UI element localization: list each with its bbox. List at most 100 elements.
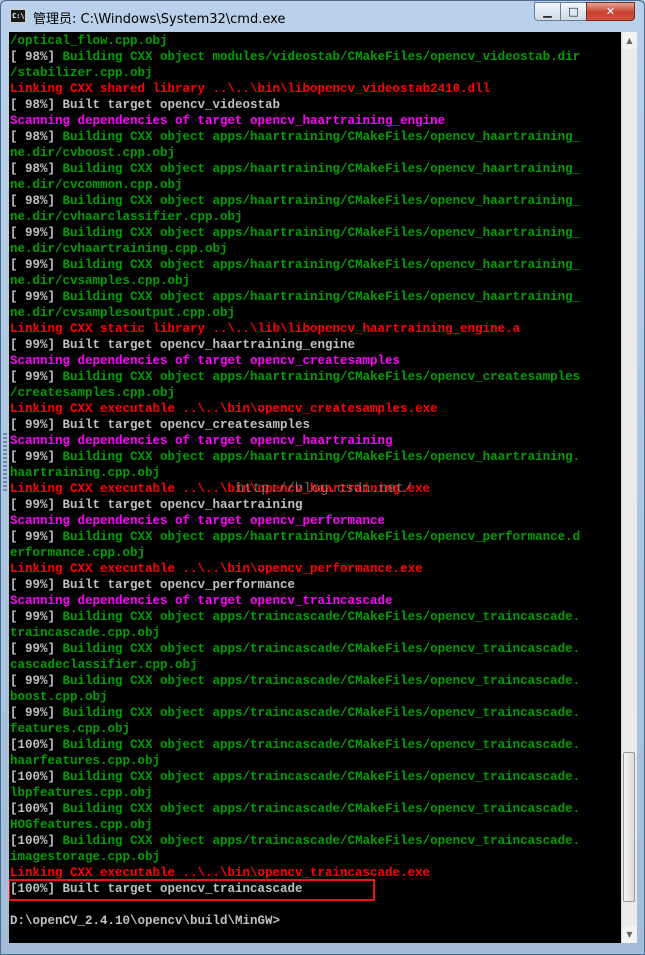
console-line: Scanning dependencies of target opencv_c… — [10, 354, 401, 368]
line-progress: [ 98%] — [10, 162, 63, 176]
maximize-button[interactable]: □ — [560, 2, 587, 21]
console-line: Linking CXX shared library ..\..\bin\lib… — [10, 82, 491, 96]
console-line: ne.dir/cvcommon.cpp.obj — [10, 178, 183, 192]
line-progress: [ 99%] — [10, 642, 63, 656]
line-progress: [ 99%] — [10, 530, 63, 544]
console-line: [ 99%] Building CXX object apps/traincas… — [10, 641, 580, 657]
console-line: ne.dir/cvboost.cpp.obj — [10, 146, 176, 160]
console-line: Scanning dependencies of target opencv_h… — [10, 434, 393, 448]
line-progress: [ 99%] — [10, 258, 63, 272]
console-line: [100%] Building CXX object apps/traincas… — [10, 769, 580, 785]
title-bar[interactable]: C:\ 管理员: C:\Windows\System32\cmd.exe ▁ □… — [1, 1, 644, 32]
console-line: ne.dir/cvhaartraining.cpp.obj — [10, 242, 228, 256]
console-line: [ 99%] Building CXX object apps/haartrai… — [10, 369, 580, 385]
highlight-box — [9, 879, 375, 901]
console-line: [ 98%] Built target opencv_videostab — [10, 98, 281, 112]
line-text: Building CXX object apps/traincascade/CM… — [62, 770, 581, 784]
console-line: Linking CXX static library ..\..\lib\lib… — [10, 322, 521, 336]
line-text: Building CXX object apps/traincascade/CM… — [62, 706, 581, 720]
scroll-down-arrow-icon[interactable]: ▼ — [622, 926, 637, 943]
console-line: [ 98%] Building CXX object apps/haartrai… — [10, 161, 580, 177]
line-progress: [ 99%] — [10, 226, 63, 240]
console-output[interactable]: /optical_flow.cpp.obj[ 98%] Building CXX… — [9, 32, 621, 943]
line-progress: [100%] — [10, 802, 63, 816]
console-line: boost.cpp.obj — [10, 690, 108, 704]
line-progress: [ 98%] — [10, 194, 63, 208]
minimize-button[interactable]: ▁ — [534, 2, 561, 21]
console-line: [ 99%] Building CXX object apps/haartrai… — [10, 257, 580, 273]
console-line: /optical_flow.cpp.obj — [10, 34, 168, 48]
line-text: Building CXX object apps/haartraining/CM… — [62, 530, 581, 544]
console-line: imagestorage.cpp.obj — [10, 850, 161, 864]
console-line: /createsamples.cpp.obj — [10, 386, 176, 400]
console-line: ne.dir/cvhaarclassifier.cpp.obj — [10, 210, 243, 224]
console-line: [ 99%] Built target opencv_haartraining — [10, 498, 303, 512]
console-line: traincascade.cpp.obj — [10, 626, 161, 640]
console-line: Linking CXX executable ..\..\bin\opencv_… — [10, 402, 438, 416]
console-line: [ 99%] Building CXX object apps/traincas… — [10, 705, 580, 721]
console-line: [ 99%] Building CXX object apps/traincas… — [10, 673, 580, 689]
line-text: Building CXX object apps/traincascade/CM… — [62, 834, 581, 848]
console-line: [ 99%] Building CXX object apps/haartrai… — [10, 449, 580, 465]
console-line: [ 99%] Building CXX object apps/traincas… — [10, 609, 580, 625]
line-progress: [100%] — [10, 770, 63, 784]
console-line: [ 99%] Built target opencv_performance — [10, 578, 296, 592]
console-line: [ 98%] Building CXX object modules/video… — [10, 49, 580, 65]
line-progress: [100%] — [10, 738, 63, 752]
vertical-scrollbar[interactable]: ▲ ▼ — [621, 32, 637, 943]
line-text: Building CXX object modules/videostab/CM… — [62, 50, 581, 64]
line-text: Building CXX object apps/traincascade/CM… — [62, 674, 581, 688]
line-progress: [ 98%] — [10, 130, 63, 144]
console-line: Linking CXX executable ..\..\bin\opencv_… — [10, 562, 423, 576]
line-text: Building CXX object apps/haartraining/CM… — [62, 258, 581, 272]
console-line: cascadeclassifier.cpp.obj — [10, 658, 198, 672]
line-text: Building CXX object apps/haartraining/CM… — [62, 290, 581, 304]
console-line: Scanning dependencies of target opencv_t… — [10, 594, 393, 608]
line-text: Building CXX object apps/traincascade/CM… — [62, 738, 581, 752]
console-line: haartraining.cpp.obj — [10, 466, 161, 480]
line-text: Building CXX object apps/haartraining/CM… — [62, 162, 581, 176]
line-text: Building CXX object apps/haartraining/CM… — [62, 450, 581, 464]
console-line: /stabilizer.cpp.obj — [10, 66, 153, 80]
console-line: erformance.cpp.obj — [10, 546, 146, 560]
line-progress: [ 99%] — [10, 290, 63, 304]
console-line: [ 99%] Building CXX object apps/haartrai… — [10, 529, 580, 545]
line-progress: [ 99%] — [10, 674, 63, 688]
console-line: HOGfeatures.cpp.obj — [10, 818, 153, 832]
close-button[interactable]: ✕ — [586, 2, 635, 21]
console-line: [100%] Building CXX object apps/traincas… — [10, 833, 580, 849]
line-text: Building CXX object apps/haartraining/CM… — [62, 226, 581, 240]
watermark: http://blog.csdn.net/ — [236, 481, 413, 497]
console-line: [100%] Building CXX object apps/traincas… — [10, 801, 580, 817]
console-line: Scanning dependencies of target opencv_h… — [10, 114, 446, 128]
cmd-window: C:\ 管理员: C:\Windows\System32\cmd.exe ▁ □… — [0, 0, 645, 955]
line-progress: [ 99%] — [10, 610, 63, 624]
console-line: [ 99%] Built target opencv_createsamples — [10, 418, 311, 432]
console-line: [ 99%] Building CXX object apps/haartrai… — [10, 225, 580, 241]
console-line: [ 98%] Building CXX object apps/haartrai… — [10, 193, 580, 209]
scroll-up-arrow-icon[interactable]: ▲ — [622, 32, 637, 49]
console-line: ne.dir/cvsamplesoutput.cpp.obj — [10, 306, 236, 320]
console-line: lbpfeatures.cpp.obj — [10, 786, 153, 800]
line-progress: [ 99%] — [10, 370, 63, 384]
line-text: Building CXX object apps/haartraining/CM… — [62, 194, 581, 208]
resize-grip-icon[interactable] — [3, 433, 7, 493]
line-text: Building CXX object apps/traincascade/CM… — [62, 802, 581, 816]
line-progress: [100%] — [10, 834, 63, 848]
line-text: Building CXX object apps/haartraining/CM… — [62, 130, 581, 144]
console-line: ne.dir/cvsamples.cpp.obj — [10, 274, 191, 288]
console-line: [100%] Building CXX object apps/traincas… — [10, 737, 580, 753]
line-progress: [ 99%] — [10, 450, 63, 464]
line-text: Building CXX object apps/traincascade/CM… — [62, 610, 581, 624]
scrollbar-thumb[interactable] — [623, 752, 635, 902]
console-line: [ 99%] Built target opencv_haartraining_… — [10, 338, 356, 352]
line-progress: [ 99%] — [10, 706, 63, 720]
console-line: Scanning dependencies of target opencv_p… — [10, 514, 386, 528]
console-line: D:\openCV_2.4.10\opencv\build\MinGW> — [10, 914, 281, 928]
console-line: [ 98%] Building CXX object apps/haartrai… — [10, 129, 580, 145]
line-progress: [ 98%] — [10, 50, 63, 64]
window-title: 管理员: C:\Windows\System32\cmd.exe — [33, 12, 286, 27]
cmd-app-icon[interactable]: C:\ — [10, 9, 26, 23]
console-line: features.cpp.obj — [10, 722, 131, 736]
line-text: Building CXX object apps/haartraining/CM… — [62, 370, 581, 384]
